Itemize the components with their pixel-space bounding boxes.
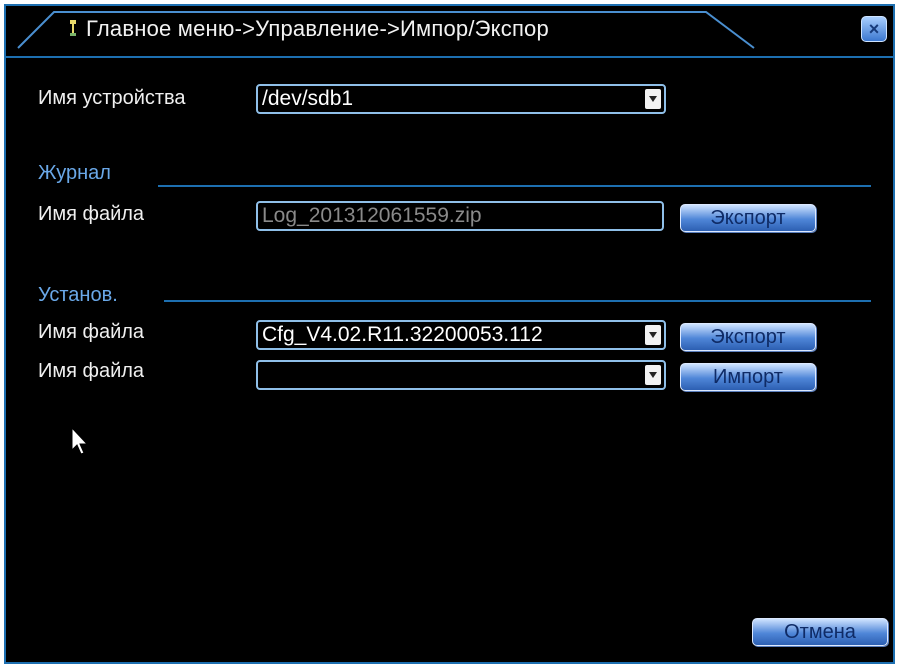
journal-export-button[interactable]: Экспорт [680, 204, 816, 232]
settings-export-file-select[interactable]: Cfg_V4.02.R11.32200053.112 [256, 320, 666, 350]
settings-section-title: Установ. [38, 284, 118, 306]
window-title: Главное меню->Управление->Импор/Экспор [86, 16, 549, 41]
title-bar: Главное меню->Управление->Импор/Экспор × [6, 6, 893, 56]
journal-file-value: Log_201312061559.zip [262, 204, 482, 227]
settings-export-button[interactable]: Экспорт [680, 323, 816, 351]
dialog-content: Имя устройства /dev/sdb1 Журнал Имя файл… [6, 56, 893, 664]
chevron-down-icon[interactable] [645, 89, 661, 109]
settings-export-file-value: Cfg_V4.02.R11.32200053.112 [262, 323, 543, 346]
chevron-down-icon[interactable] [645, 365, 661, 385]
screen: Главное меню->Управление->Импор/Экспор ×… [0, 0, 899, 668]
settings-import-file-label: Имя файла [38, 360, 145, 382]
settings-import-button[interactable]: Импорт [680, 363, 816, 391]
mouse-pointer-icon [71, 426, 89, 455]
menu-tree-icon [70, 20, 76, 36]
settings-export-file-label: Имя файла [38, 321, 145, 343]
journal-section-title: Журнал [38, 162, 111, 184]
device-name-label: Имя устройства [38, 87, 186, 109]
close-icon: × [868, 19, 880, 39]
import-export-dialog: Главное меню->Управление->Импор/Экспор ×… [4, 4, 895, 664]
journal-file-field: Log_201312061559.zip [256, 201, 664, 231]
device-select[interactable]: /dev/sdb1 [256, 84, 666, 114]
chevron-down-icon[interactable] [645, 325, 661, 345]
journal-divider [158, 185, 871, 187]
device-select-value: /dev/sdb1 [262, 87, 354, 110]
close-button[interactable]: × [861, 16, 887, 42]
settings-import-file-select[interactable] [256, 360, 666, 390]
cancel-button[interactable]: Отмена [752, 618, 888, 646]
journal-file-label: Имя файла [38, 203, 145, 225]
settings-divider [164, 300, 871, 302]
